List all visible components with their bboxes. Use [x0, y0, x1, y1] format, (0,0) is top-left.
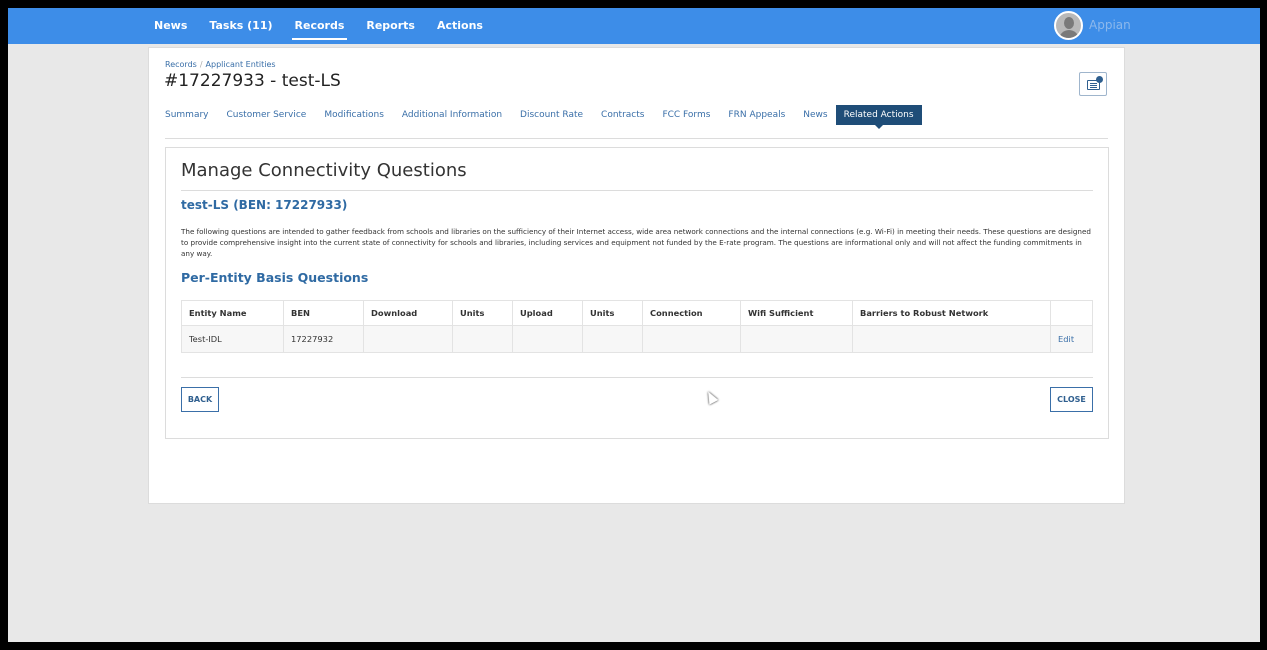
top-navigation-bar: News Tasks (11) Records Reports Actions … [8, 8, 1260, 44]
nav-news[interactable]: News [154, 8, 187, 44]
form-description: The following questions are intended to … [181, 227, 1091, 258]
col-barriers: Barriers to Robust Network [852, 300, 1051, 326]
tab-fcc-forms[interactable]: FCC Forms [662, 105, 710, 125]
tab-discount-rate[interactable]: Discount Rate [520, 105, 583, 125]
col-connection: Connection [642, 300, 741, 326]
cell-entity-name: Test-IDL [181, 325, 284, 353]
nav-reports[interactable]: Reports [366, 8, 415, 44]
back-button[interactable]: BACK [181, 387, 219, 412]
tab-frn-appeals[interactable]: FRN Appeals [728, 105, 785, 125]
nav-records[interactable]: Records [291, 8, 348, 44]
tab-news[interactable]: News [803, 105, 827, 125]
avatar-body [1059, 30, 1079, 38]
cell-connection [642, 325, 741, 353]
main-nav: News Tasks (11) Records Reports Actions [154, 8, 505, 44]
gear-badge-icon [1096, 76, 1103, 83]
cell-download-units [452, 325, 513, 353]
per-entity-table: Entity Name BEN Download Units Upload Un… [181, 300, 1093, 353]
nav-tasks[interactable]: Tasks (11) [209, 8, 272, 44]
appian-logo[interactable]: Appian [1089, 18, 1131, 32]
tab-summary[interactable]: Summary [165, 105, 209, 125]
breadcrumb-separator: / [199, 60, 203, 69]
col-download-units: Units [452, 300, 513, 326]
record-tabs: Summary Customer Service Modifications A… [165, 105, 940, 129]
record-card: Records / Applicant Entities #17227933 - t… [148, 47, 1125, 504]
footer-divider [181, 377, 1093, 378]
tab-modifications[interactable]: Modifications [324, 105, 384, 125]
cell-barriers [852, 325, 1051, 353]
entity-heading: test-LS (BEN: 17227933) [181, 198, 348, 212]
edit-link[interactable]: Edit [1050, 325, 1093, 353]
col-ben: BEN [283, 300, 364, 326]
breadcrumb-records[interactable]: Records [165, 60, 197, 69]
title-divider [181, 190, 1093, 191]
col-wifi-sufficient: Wifi Sufficient [740, 300, 853, 326]
tab-customer-service[interactable]: Customer Service [227, 105, 307, 125]
cell-download [363, 325, 453, 353]
tabs-divider [165, 138, 1108, 139]
col-entity-name: Entity Name [181, 300, 284, 326]
close-button[interactable]: CLOSE [1050, 387, 1093, 412]
cell-wifi-sufficient [740, 325, 853, 353]
col-upload: Upload [512, 300, 583, 326]
per-entity-heading: Per-Entity Basis Questions [181, 270, 369, 285]
breadcrumb-applicant-entities[interactable]: Applicant Entities [206, 60, 276, 69]
breadcrumb: Records / Applicant Entities [165, 60, 276, 69]
cell-upload-units [582, 325, 643, 353]
table-header-row: Entity Name BEN Download Units Upload Un… [181, 300, 1093, 326]
form-title: Manage Connectivity Questions [181, 160, 467, 181]
page-title: #17227933 - test-LS [164, 71, 341, 91]
user-avatar-icon[interactable] [1054, 11, 1083, 40]
nav-actions[interactable]: Actions [437, 8, 483, 44]
record-tasks-icon[interactable] [1079, 72, 1107, 96]
col-actions [1050, 300, 1093, 326]
avatar-head [1064, 17, 1074, 29]
tab-additional-information[interactable]: Additional Information [402, 105, 502, 125]
col-download: Download [363, 300, 453, 326]
table-row: Test-IDL 17227932 Edit [181, 325, 1093, 353]
cell-ben: 17227932 [283, 325, 364, 353]
cell-upload [512, 325, 583, 353]
col-upload-units: Units [582, 300, 643, 326]
tab-related-actions[interactable]: Related Actions [835, 105, 922, 129]
app-window: News Tasks (11) Records Reports Actions … [8, 8, 1260, 642]
tab-contracts[interactable]: Contracts [601, 105, 644, 125]
connectivity-form: Manage Connectivity Questions test-LS (B… [165, 147, 1109, 439]
